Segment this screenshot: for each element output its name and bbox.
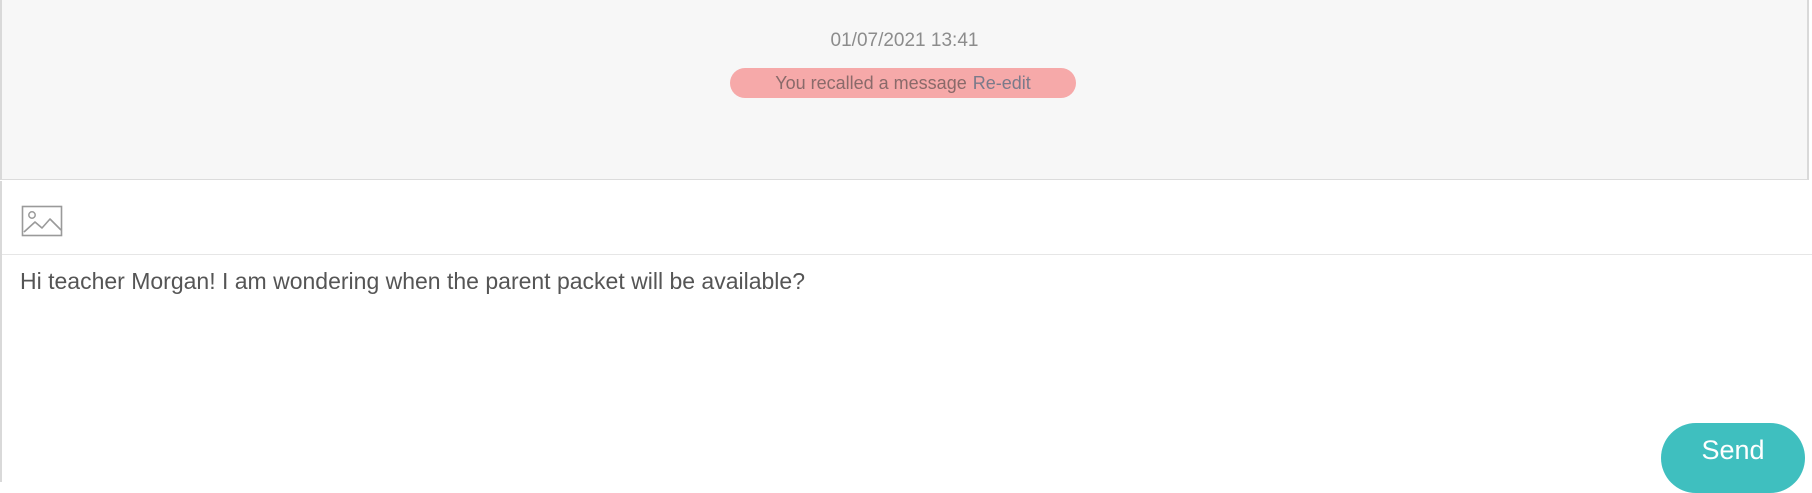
message-input[interactable]: Hi teacher Morgan! I am wondering when t… <box>20 267 1780 417</box>
recall-notice-text: You recalled a message <box>775 72 967 93</box>
recall-notice: You recalled a message Re-edit <box>730 68 1076 98</box>
send-button[interactable]: Send <box>1661 423 1805 493</box>
composer-toolbar <box>2 181 1812 255</box>
image-icon[interactable] <box>21 205 63 237</box>
chat-history: 01/07/2021 13:41 You recalled a message … <box>0 0 1809 180</box>
message-composer: Hi teacher Morgan! I am wondering when t… <box>0 181 1812 493</box>
re-edit-link[interactable]: Re-edit <box>973 73 1031 94</box>
message-timestamp: 01/07/2021 13:41 <box>830 30 979 51</box>
